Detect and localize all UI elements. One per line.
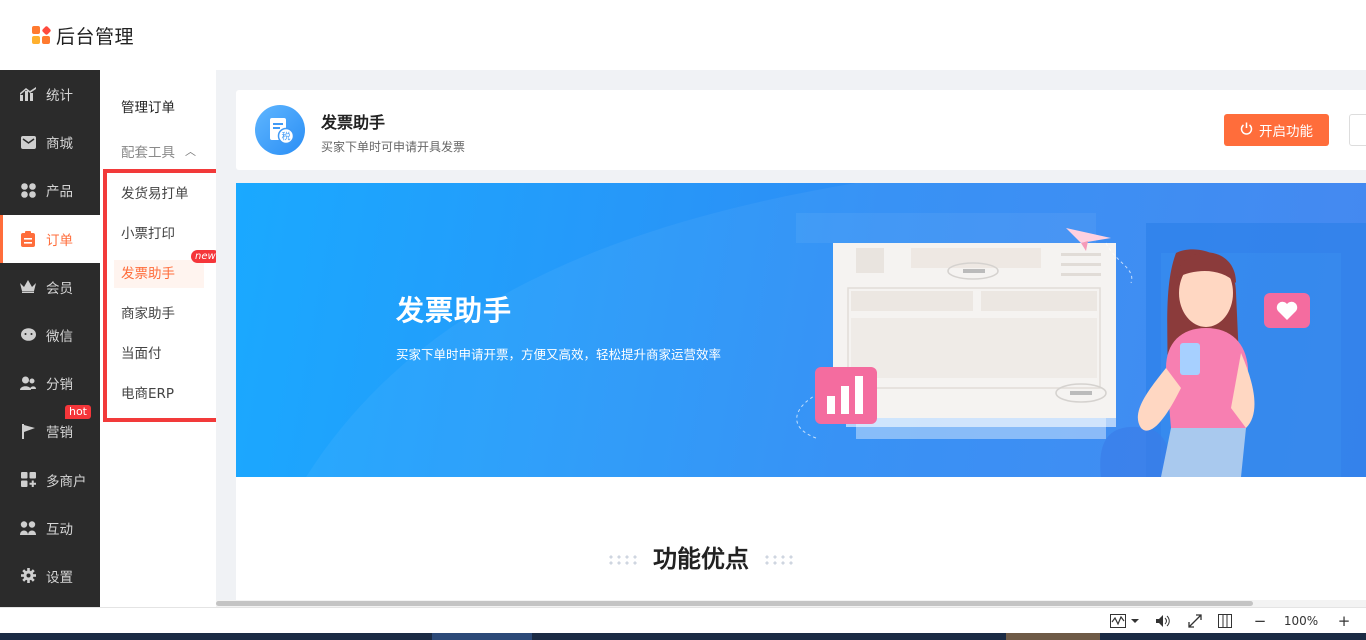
invoice-icon: 税 bbox=[255, 105, 305, 155]
gear-icon bbox=[20, 568, 36, 584]
users-icon bbox=[20, 375, 36, 391]
os-taskbar bbox=[0, 633, 1366, 640]
advantages-title: 功能优点 bbox=[653, 545, 749, 573]
volume-icon[interactable] bbox=[1154, 612, 1174, 630]
main-sidebar: 统计 商城 产品 订单 会员 微信 分销 营销 hot 多商户 互动 设置 bbox=[0, 70, 100, 607]
zoom-level: 100% bbox=[1283, 614, 1319, 628]
submenu-group-label: 配套工具 bbox=[121, 145, 175, 161]
app-title: 后台管理 bbox=[56, 26, 135, 48]
grid-icon bbox=[20, 182, 36, 198]
enable-feature-button[interactable]: 开启功能 bbox=[1224, 114, 1329, 146]
plugin-description: 买家下单时可申请开具发票 bbox=[321, 140, 466, 154]
feature-banner: 发票助手 买家下单时申请开票，方便又高效，轻松提升商家运营效率 bbox=[236, 183, 1366, 477]
banner-illustration bbox=[306, 183, 1366, 477]
sidebar-item-distribution[interactable]: 分销 bbox=[0, 359, 100, 407]
app-logo[interactable]: 后台管理 bbox=[32, 22, 134, 49]
banner-subtitle: 买家下单时申请开票，方便又高效，轻松提升商家运营效率 bbox=[396, 347, 722, 362]
top-header: 后台管理 bbox=[0, 0, 1366, 70]
sidebar-item-label: 统计 bbox=[46, 88, 73, 105]
sidebar-item-label: 会员 bbox=[46, 280, 73, 297]
sidebar-item-stats[interactable]: 统计 bbox=[0, 70, 100, 118]
sidebar-item-wechat[interactable]: 微信 bbox=[0, 311, 100, 359]
taskbar-app[interactable] bbox=[432, 633, 532, 640]
advantages-section: 功能优点 bbox=[236, 477, 1366, 607]
taskbar-app[interactable] bbox=[1006, 633, 1100, 640]
sidebar-item-members[interactable]: 会员 bbox=[0, 263, 100, 311]
sidebar-item-label: 多商户 bbox=[46, 473, 87, 490]
horizontal-scrollbar[interactable] bbox=[216, 600, 1366, 607]
chart-icon bbox=[20, 86, 36, 102]
sidebar-item-multi-merchant[interactable]: 多商户 bbox=[0, 456, 100, 504]
fullscreen-icon[interactable] bbox=[1185, 612, 1205, 630]
main-content: 税 发票助手 买家下单时可申请开具发票 开启功能 发票助手 买家下单时申请开票，… bbox=[216, 70, 1366, 607]
performance-icon[interactable] bbox=[1108, 612, 1142, 630]
sidebar-item-settings[interactable]: 设置 bbox=[0, 552, 100, 600]
sidebar-item-label: 订单 bbox=[46, 232, 73, 249]
submenu-title[interactable]: 管理订单 bbox=[121, 96, 175, 116]
sidebar-item-marketing[interactable]: 营销 hot bbox=[0, 405, 100, 455]
interact-icon bbox=[20, 520, 36, 536]
sidebar-item-label: 微信 bbox=[46, 329, 73, 346]
enable-feature-label: 开启功能 bbox=[1259, 124, 1313, 140]
svg-text:税: 税 bbox=[281, 131, 290, 143]
split-view-icon[interactable] bbox=[1215, 612, 1235, 630]
advantages-heading: 功能优点 bbox=[236, 539, 1166, 574]
flag-icon bbox=[20, 423, 36, 439]
mail-icon bbox=[20, 134, 36, 150]
hot-badge: hot bbox=[64, 405, 91, 420]
sidebar-item-interaction[interactable]: 互动 bbox=[0, 504, 100, 552]
banner-title: 发票助手 bbox=[396, 294, 513, 327]
chat-icon bbox=[20, 327, 36, 343]
scrollbar-thumb[interactable] bbox=[216, 601, 1253, 606]
sidebar-item-label: 产品 bbox=[46, 184, 73, 201]
store-icon bbox=[20, 472, 36, 488]
sidebar-item-label: 营销 bbox=[46, 425, 73, 442]
sidebar-item-products[interactable]: 产品 bbox=[0, 166, 100, 214]
plugin-title: 发票助手 bbox=[321, 113, 386, 132]
sidebar-item-label: 商城 bbox=[46, 136, 73, 153]
clipboard-icon bbox=[20, 230, 36, 247]
highlight-box bbox=[103, 169, 220, 422]
browser-status-bar: − 100% + bbox=[0, 607, 1366, 633]
sidebar-item-orders[interactable]: 订单 bbox=[0, 214, 100, 263]
zoom-in-button[interactable]: + bbox=[1336, 612, 1352, 630]
logo-icon bbox=[32, 25, 52, 45]
crown-icon bbox=[20, 279, 36, 295]
chevron-up-icon: ︿ bbox=[185, 145, 196, 158]
sidebar-item-mall[interactable]: 商城 bbox=[0, 118, 100, 166]
sidebar-item-label: 互动 bbox=[46, 521, 73, 538]
zoom-out-button[interactable]: − bbox=[1252, 612, 1268, 630]
decorative-dots bbox=[763, 554, 795, 566]
decorative-dots bbox=[607, 554, 639, 566]
sidebar-item-label: 分销 bbox=[46, 377, 73, 394]
sidebar-item-label: 设置 bbox=[46, 569, 73, 586]
submenu-group-tools[interactable]: 配套工具 ︿ bbox=[121, 141, 196, 161]
secondary-button[interactable] bbox=[1349, 114, 1366, 146]
plugin-card: 税 发票助手 买家下单时可申请开具发票 开启功能 bbox=[236, 90, 1366, 170]
power-icon bbox=[1240, 122, 1253, 139]
